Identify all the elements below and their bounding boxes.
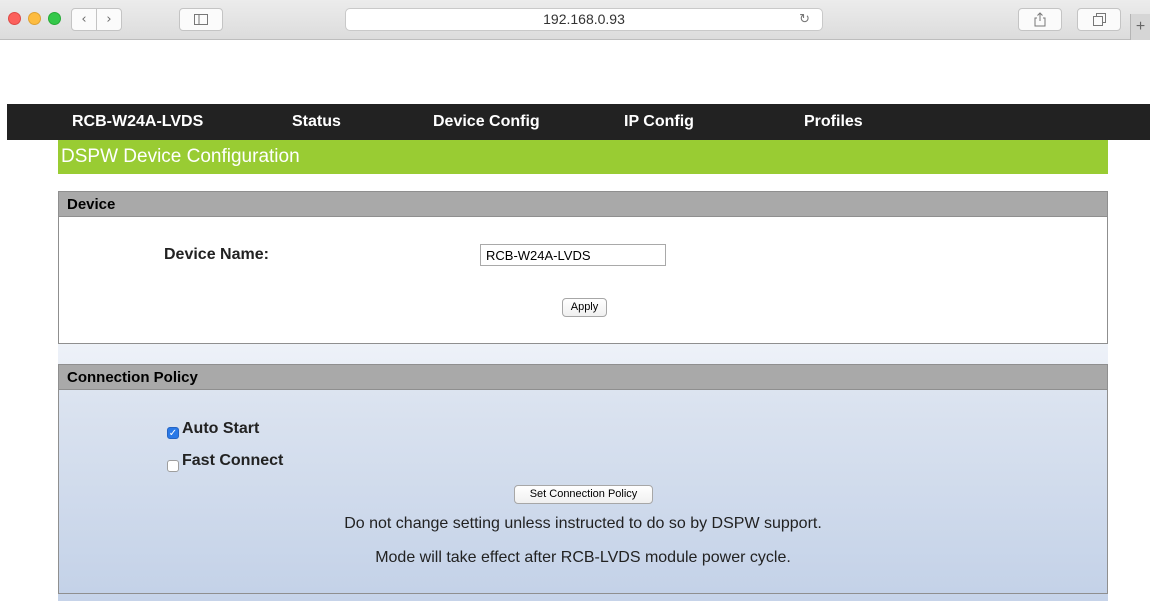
- new-tab-button[interactable]: +: [1130, 14, 1150, 40]
- nav-item-status[interactable]: Status: [292, 104, 341, 140]
- top-navbar: RCB-W24A-LVDS Status Device Config IP Co…: [7, 104, 1150, 140]
- chevron-right-icon: ›: [106, 12, 112, 27]
- share-icon: [1034, 12, 1046, 27]
- fast-connect-checkbox[interactable]: [167, 460, 179, 472]
- address-text: 192.168.0.93: [543, 11, 625, 27]
- nav-item-profiles[interactable]: Profiles: [804, 104, 863, 140]
- policy-note-power-cycle: Mode will take effect after RCB-LVDS mod…: [375, 549, 791, 566]
- tabs-button[interactable]: [1077, 8, 1121, 31]
- address-bar[interactable]: 192.168.0.93 ↻: [345, 8, 823, 31]
- nav-item-home[interactable]: RCB-W24A-LVDS: [72, 104, 203, 140]
- zoom-window-button[interactable]: [48, 12, 61, 25]
- nav-item-device-config[interactable]: Device Config: [433, 104, 540, 140]
- sidebar-icon: [194, 14, 208, 25]
- nav-item-ip-config[interactable]: IP Config: [624, 104, 694, 140]
- device-panel-heading: Device: [59, 192, 1107, 217]
- device-name-label: Device Name:: [164, 246, 269, 263]
- reload-icon[interactable]: ↻: [799, 9, 810, 30]
- fast-connect-label: Fast Connect: [182, 452, 284, 469]
- page-title: DSPW Device Configuration: [58, 140, 1108, 174]
- tabs-icon: [1092, 13, 1106, 26]
- close-window-button[interactable]: [8, 12, 21, 25]
- sidebar-button[interactable]: [179, 8, 223, 31]
- apply-button[interactable]: Apply: [562, 298, 607, 317]
- chevron-left-icon: ‹: [81, 12, 87, 27]
- policy-note-support: Do not change setting unless instructed …: [344, 515, 822, 532]
- set-connection-policy-button[interactable]: Set Connection Policy: [514, 485, 653, 504]
- device-panel: Device Device Name: Apply: [58, 191, 1108, 344]
- share-button[interactable]: [1018, 8, 1062, 31]
- back-button[interactable]: ‹: [71, 8, 97, 31]
- plus-icon: +: [1135, 18, 1146, 35]
- connection-policy-panel: Connection Policy ✓ Auto Start Fast Conn…: [58, 364, 1108, 594]
- forward-button[interactable]: ›: [96, 8, 122, 31]
- auto-start-label: Auto Start: [182, 420, 260, 437]
- browser-toolbar: ‹ › 192.168.0.93 ↻ +: [0, 0, 1150, 40]
- connection-policy-heading: Connection Policy: [59, 365, 1107, 390]
- device-name-field[interactable]: [480, 244, 666, 266]
- auto-start-checkbox[interactable]: ✓: [167, 427, 179, 439]
- minimize-window-button[interactable]: [28, 12, 41, 25]
